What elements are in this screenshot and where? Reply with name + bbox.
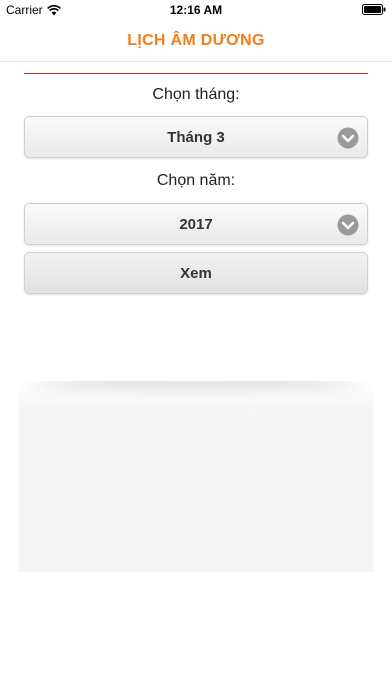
year-label: Chọn năm: xyxy=(156,172,236,189)
status-bar: Carrier 12:16 AM xyxy=(0,0,392,20)
result-panel-shadow xyxy=(19,381,373,411)
chevron-down-icon xyxy=(337,214,359,236)
status-time: 12:16 AM xyxy=(169,3,223,17)
header-divider xyxy=(24,73,368,74)
view-button[interactable]: Xem xyxy=(24,252,368,294)
month-label: Chọn tháng: xyxy=(152,86,240,103)
battery-icon xyxy=(362,4,386,15)
result-panel xyxy=(19,381,373,572)
month-select[interactable]: Tháng 3 xyxy=(24,116,368,158)
year-select-value: 2017 xyxy=(179,216,213,233)
page-title: LỊCH ÂM DƯƠNG xyxy=(127,32,265,49)
navigation-bar: LỊCH ÂM DƯƠNG xyxy=(0,20,392,62)
month-select-value: Tháng 3 xyxy=(167,129,225,146)
chevron-down-icon xyxy=(337,127,359,149)
year-select[interactable]: 2017 xyxy=(24,203,368,245)
view-button-label: Xem xyxy=(180,265,212,282)
